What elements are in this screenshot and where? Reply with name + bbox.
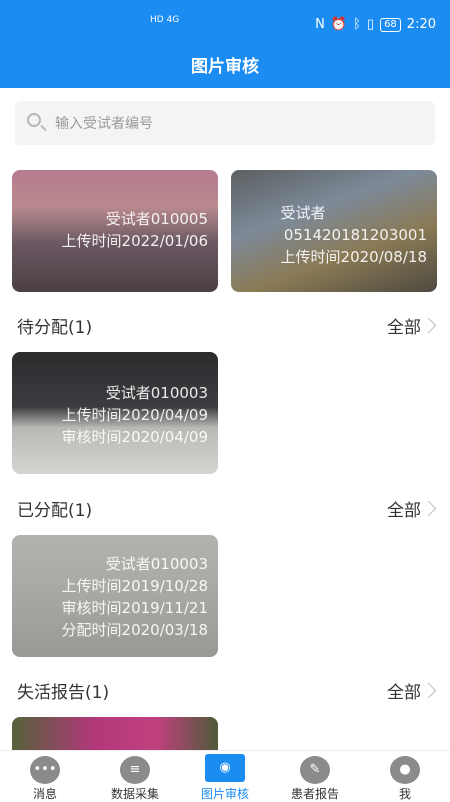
chevron-right-icon	[420, 682, 437, 699]
tab-image-review[interactable]: ◉ 图片审核	[180, 751, 270, 801]
nfc-icon: N	[315, 17, 325, 32]
network-indicator: HD 4G	[150, 15, 180, 25]
database-icon: ≡	[120, 756, 150, 784]
bottom-tab-bar: ••• 消息 ≡ 数据采集 ◉ 图片审核 ✎ 患者报告 ● 我	[0, 750, 450, 801]
search-input[interactable]	[53, 101, 417, 147]
card-line: 受试者010003	[105, 384, 208, 402]
section-title-pending: 待分配(1)	[17, 318, 93, 338]
image-card[interactable]: 受试者010003 上传时间2020/04/09 审核时间2020/04/09	[12, 352, 218, 474]
card-line: 上传时间2020/08/18	[280, 248, 427, 266]
section-title-assigned: 已分配(1)	[17, 501, 93, 521]
card-line: 分配时间2020/03/18	[61, 621, 208, 639]
card-line: 受试者	[280, 204, 326, 222]
card-info: 受试者010005 上传时间2022/01/06	[62, 208, 208, 252]
page-title: 图片审核	[0, 48, 450, 88]
tab-patient-report[interactable]: ✎ 患者报告	[270, 751, 360, 801]
card-info: 受试者 051420181203001 上传时间2020/08/18	[281, 202, 427, 268]
status-bar: HD 4G N ⏰ ᛒ ▯ 68 2:20	[0, 0, 450, 48]
tab-data-collection[interactable]: ≡ 数据采集	[90, 751, 180, 801]
camera-icon: ◉	[205, 754, 245, 782]
tab-messages[interactable]: ••• 消息	[0, 751, 90, 801]
search-icon	[27, 113, 41, 127]
image-card[interactable]: 受试者 051420181203001 上传时间2020/08/18	[231, 170, 437, 292]
vibrate-icon: ▯	[366, 17, 375, 32]
view-all-label: 全部	[387, 318, 421, 338]
card-line: 051420181203001	[283, 226, 427, 244]
card-line: 审核时间2020/04/09	[61, 428, 208, 446]
alarm-icon: ⏰	[330, 17, 348, 32]
section-title-inactive: 失活报告(1)	[17, 683, 110, 703]
card-line: 受试者010005	[105, 210, 208, 228]
view-all-pending[interactable]: 全部	[387, 313, 437, 338]
clock: 2:20	[406, 17, 436, 32]
card-line: 上传时间2022/01/06	[61, 232, 208, 250]
chat-icon: •••	[30, 756, 60, 784]
tab-label: 消息	[32, 787, 57, 801]
tab-label: 数据采集	[110, 787, 159, 801]
tab-label: 我	[398, 787, 411, 801]
card-info: 受试者010003 上传时间2020/04/09 审核时间2020/04/09	[62, 382, 208, 448]
view-all-label: 全部	[387, 501, 421, 521]
chevron-right-icon	[420, 500, 437, 517]
card-info: 受试者010003 上传时间2019/10/28 审核时间2019/11/21 …	[62, 553, 208, 641]
view-all-label: 全部	[387, 683, 421, 703]
view-all-assigned[interactable]: 全部	[387, 496, 437, 521]
card-line: 受试者010003	[105, 555, 208, 573]
card-line: 上传时间2020/04/09	[61, 406, 208, 424]
tab-me[interactable]: ● 我	[360, 751, 450, 801]
card-line: 审核时间2019/11/21	[61, 599, 208, 617]
battery-indicator: 68	[380, 17, 401, 32]
image-card[interactable]: 受试者010005 上传时间2022/01/06	[12, 170, 218, 292]
tab-label: 患者报告	[290, 787, 339, 801]
status-right: N ⏰ ᛒ ▯ 68 2:20	[315, 17, 436, 32]
bluetooth-icon: ᛒ	[353, 17, 361, 32]
user-icon: ●	[390, 756, 420, 784]
image-card[interactable]: 受试者010003 上传时间2019/10/28 审核时间2019/11/21 …	[12, 535, 218, 657]
report-icon: ✎	[300, 756, 330, 784]
search-box[interactable]	[15, 101, 435, 147]
tab-label: 图片审核	[200, 787, 249, 801]
view-all-inactive[interactable]: 全部	[387, 678, 437, 703]
card-line: 上传时间2019/10/28	[61, 577, 208, 595]
chevron-right-icon	[420, 317, 437, 334]
